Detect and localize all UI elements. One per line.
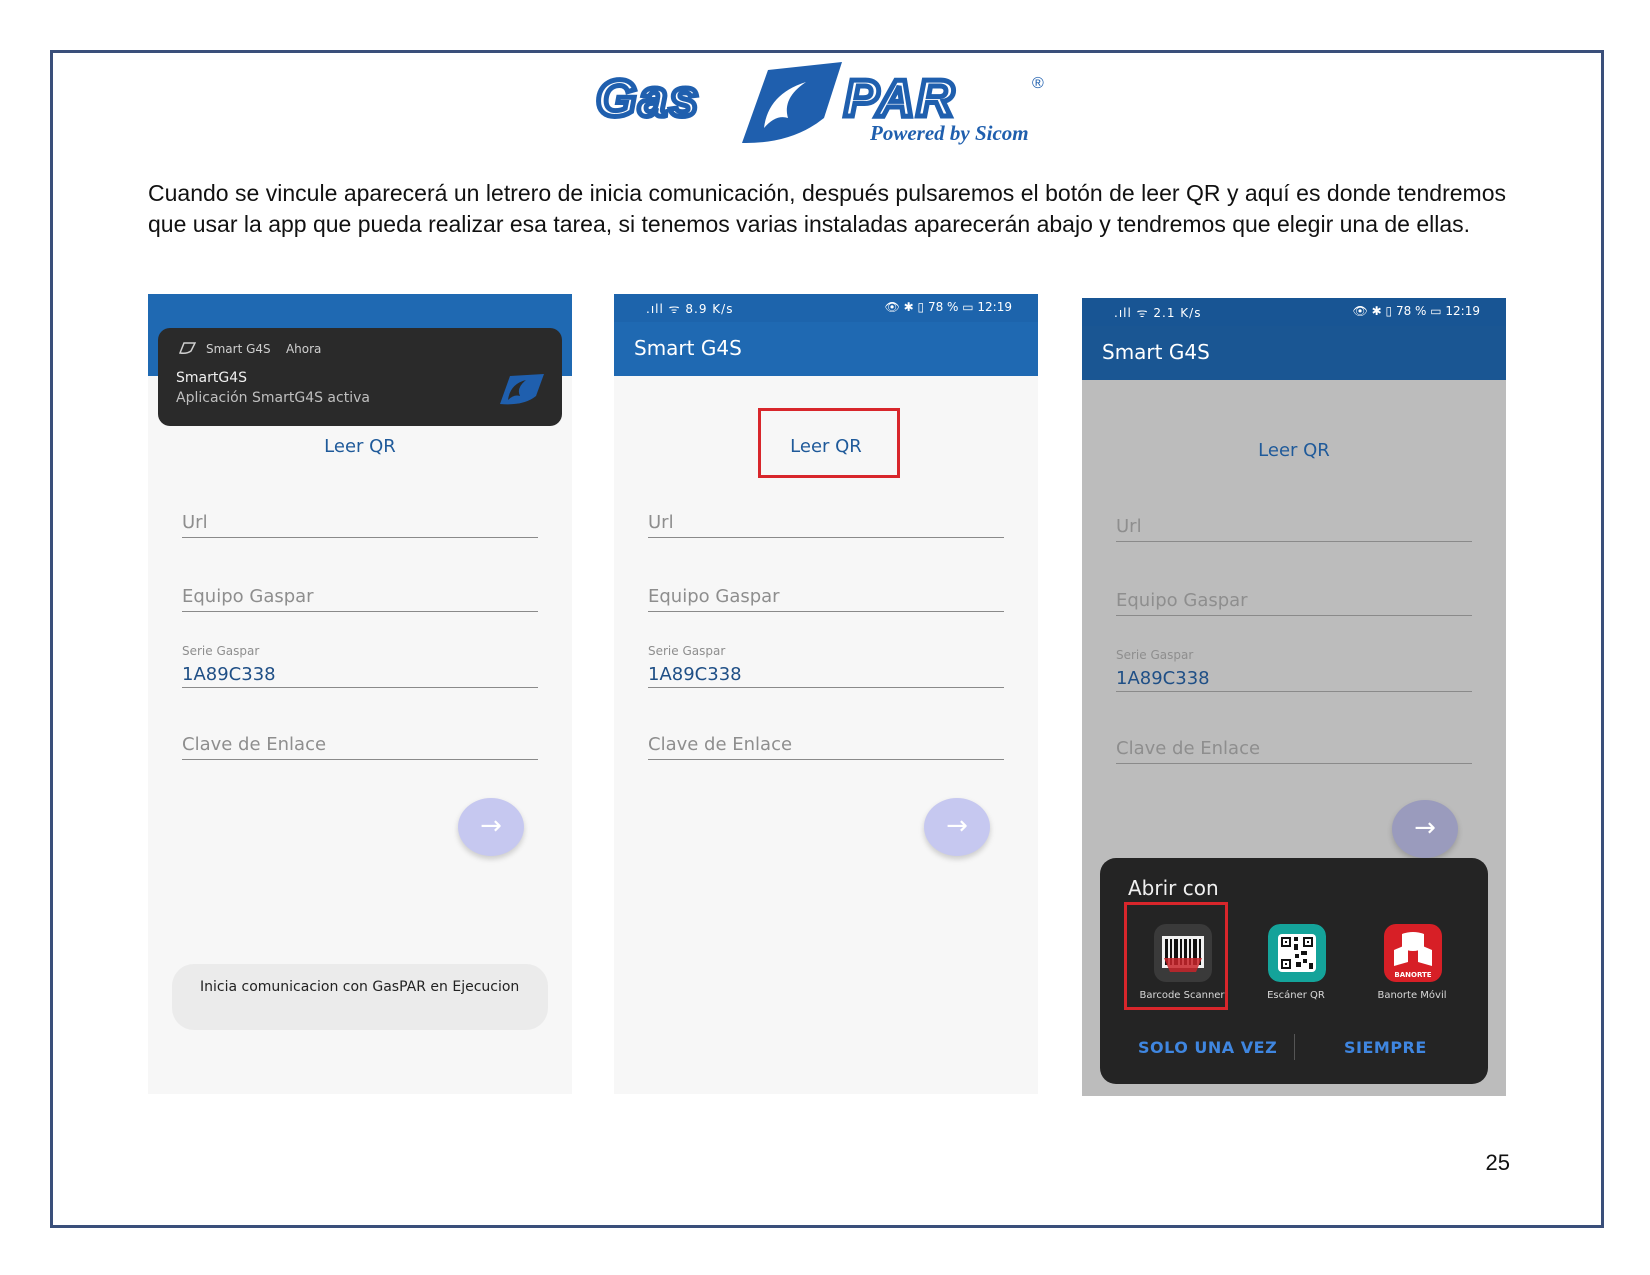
clave-field-placeholder: Clave de Enlace	[1116, 738, 1261, 759]
status-left: .ıll ᯤ 8.9 K/s	[646, 302, 734, 316]
logo-wordmark-right: PAR	[844, 70, 956, 128]
next-button[interactable]: →	[924, 798, 990, 856]
gaspar-logo-icon	[500, 374, 544, 405]
serie-gaspar-field[interactable]: Serie Gaspar 1A89C338	[648, 644, 1004, 688]
open-with-dialog: Abrir con Barcode Scanner Escáner QR BAN…	[1100, 858, 1488, 1084]
status-bar: .ıll ᯤ 2.1 K/s 👁 ✱ ▯ 78 % ▭ 12:19	[1082, 298, 1506, 326]
url-field[interactable]: Url	[182, 502, 538, 538]
url-field-placeholder: Url	[1116, 516, 1142, 537]
status-right: 👁 ✱ ▯ 78 % ▭ 12:19	[884, 300, 1012, 314]
notification-text: Aplicación SmartG4S activa	[176, 390, 370, 406]
equipo-gaspar-field[interactable]: Equipo Gaspar	[648, 576, 1004, 612]
logo-emblem-shape	[742, 62, 842, 144]
open-with-title: Abrir con	[1128, 876, 1219, 900]
clave-enlace-field[interactable]: Clave de Enlace	[182, 724, 538, 760]
notification-card[interactable]: Smart G4S Ahora SmartG4S Aplicación Smar…	[158, 328, 562, 426]
logo-wordmark-left: Gas	[596, 70, 700, 128]
equipo-field-placeholder: Equipo Gaspar	[182, 586, 314, 607]
app-title: Smart G4S	[634, 336, 742, 360]
intro-paragraph: Cuando se vincule aparecerá un letrero d…	[148, 180, 1506, 237]
status-left: .ıll ᯤ 2.1 K/s	[1114, 306, 1202, 320]
serie-gaspar-field[interactable]: Serie Gaspar 1A89C338	[182, 644, 538, 688]
banorte-icon: BANORTE	[1384, 924, 1442, 982]
arrow-right-icon: →	[1414, 813, 1436, 843]
arrow-right-icon: →	[946, 811, 968, 841]
serie-field-label: Serie Gaspar	[182, 644, 260, 658]
clave-field-placeholder: Clave de Enlace	[648, 734, 793, 755]
app-option-banorte-movil[interactable]: BANORTE Banorte Móvil	[1362, 918, 1462, 1008]
equipo-gaspar-field[interactable]: Equipo Gaspar	[1116, 580, 1472, 616]
serie-field-label: Serie Gaspar	[648, 644, 726, 658]
equipo-field-placeholder: Equipo Gaspar	[1116, 590, 1248, 611]
app-title: Smart G4S	[1102, 340, 1210, 364]
status-right: 👁 ✱ ▯ 78 % ▭ 12:19	[1352, 304, 1480, 318]
serie-gaspar-field[interactable]: Serie Gaspar 1A89C338	[1116, 648, 1472, 692]
read-qr-highlight-box	[758, 408, 900, 478]
equipo-field-placeholder: Equipo Gaspar	[648, 586, 780, 607]
clave-enlace-field[interactable]: Clave de Enlace	[648, 724, 1004, 760]
phone-screen-notification: Smart G4S Ahora SmartG4S Aplicación Smar…	[148, 294, 572, 1094]
app-bar: Smart G4S	[1082, 326, 1506, 380]
app-option-escaner-qr[interactable]: Escáner QR	[1246, 918, 1346, 1008]
banorte-icon-text: BANORTE	[1394, 971, 1431, 979]
equipo-gaspar-field[interactable]: Equipo Gaspar	[182, 576, 538, 612]
url-field-placeholder: Url	[648, 512, 674, 533]
url-field-placeholder: Url	[182, 512, 208, 533]
notification-time: Ahora	[285, 342, 322, 356]
phone-screen-open-with: .ıll ᯤ 2.1 K/s 👁 ✱ ▯ 78 % ▭ 12:19 Smart …	[1082, 298, 1506, 1096]
arrow-right-icon: →	[480, 811, 502, 841]
next-button[interactable]: →	[458, 798, 524, 856]
app-option-label: Banorte Móvil	[1377, 990, 1447, 1001]
dialog-actions: SOLO UNA VEZ SIEMPRE	[1100, 1034, 1488, 1068]
serie-field-value: 1A89C338	[1116, 668, 1210, 689]
gaspar-small-icon	[178, 342, 196, 354]
url-field[interactable]: Url	[1116, 506, 1472, 542]
clave-field-placeholder: Clave de Enlace	[182, 734, 327, 755]
qr-code-icon	[1268, 924, 1326, 982]
barcode-scanner-highlight-box	[1124, 902, 1228, 1010]
serie-field-value: 1A89C338	[648, 664, 742, 685]
logo-tagline: Powered by Sicom	[869, 121, 1029, 145]
toast-message: Inicia comunicacion con GasPAR en Ejecuc…	[172, 964, 548, 1030]
read-qr-button[interactable]: Leer QR	[148, 436, 572, 457]
status-bar: .ıll ᯤ 8.9 K/s 👁 ✱ ▯ 78 % ▭ 12:19	[614, 294, 1038, 322]
actions-divider	[1294, 1034, 1295, 1060]
gaspar-logo: Gas PAR ® Powered by Sicom	[592, 58, 1062, 148]
phone-screen-read-qr: .ıll ᯤ 8.9 K/s 👁 ✱ ▯ 78 % ▭ 12:19 Smart …	[614, 294, 1038, 1094]
just-once-button[interactable]: SOLO UNA VEZ	[1138, 1038, 1277, 1057]
notification-app-name: Smart G4S	[206, 342, 271, 356]
app-option-label: Escáner QR	[1267, 990, 1325, 1001]
serie-field-label: Serie Gaspar	[1116, 648, 1194, 662]
notification-title: SmartG4S	[176, 370, 247, 386]
logo-registered-mark: ®	[1032, 75, 1044, 92]
url-field[interactable]: Url	[648, 502, 1004, 538]
gaspar-logo-graphic: Gas PAR ® Powered by Sicom	[594, 62, 1044, 145]
next-button[interactable]: →	[1392, 800, 1458, 858]
serie-field-value: 1A89C338	[182, 664, 276, 685]
notification-header: Smart G4S Ahora	[206, 342, 321, 356]
app-bar: Smart G4S	[614, 322, 1038, 376]
page-number: 25	[1485, 1150, 1510, 1175]
clave-enlace-field[interactable]: Clave de Enlace	[1116, 728, 1472, 764]
read-qr-button[interactable]: Leer QR	[1082, 440, 1506, 461]
always-button[interactable]: SIEMPRE	[1344, 1038, 1427, 1057]
